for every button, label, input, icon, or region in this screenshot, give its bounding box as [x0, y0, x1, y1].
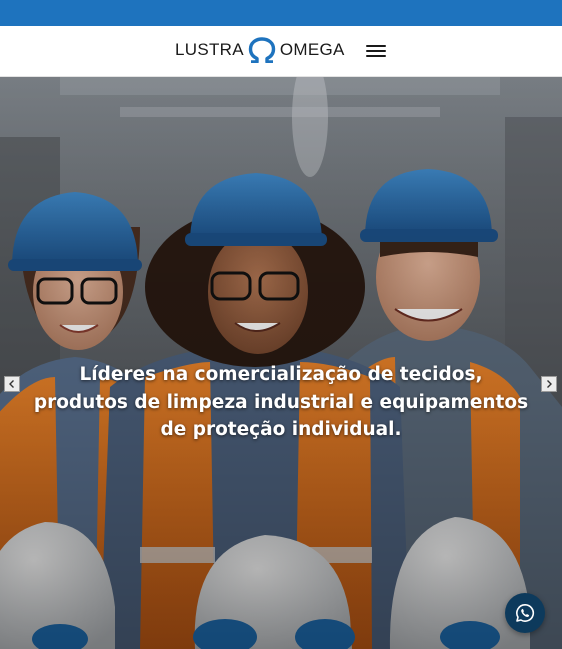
slider-next-button[interactable] [541, 376, 557, 392]
brand-name-left: LUSTRA [175, 40, 244, 59]
chevron-right-icon [547, 380, 552, 388]
brand-logo[interactable]: LUSTRA OMEGA [175, 37, 345, 63]
brand-name-right: OMEGA [279, 40, 345, 59]
chevron-left-icon [9, 380, 14, 388]
hero-slider: Líderes na comercialização de tecidos, p… [0, 77, 562, 649]
whatsapp-icon [516, 604, 535, 622]
hamburger-menu-icon[interactable] [366, 42, 388, 60]
omega-icon [248, 37, 276, 63]
whatsapp-button[interactable] [505, 593, 545, 633]
top-accent-bar [0, 0, 562, 26]
slider-prev-button[interactable] [4, 376, 20, 392]
site-header: LUSTRA OMEGA [0, 26, 562, 77]
hero-caption: Líderes na comercialização de tecidos, p… [33, 364, 529, 440]
